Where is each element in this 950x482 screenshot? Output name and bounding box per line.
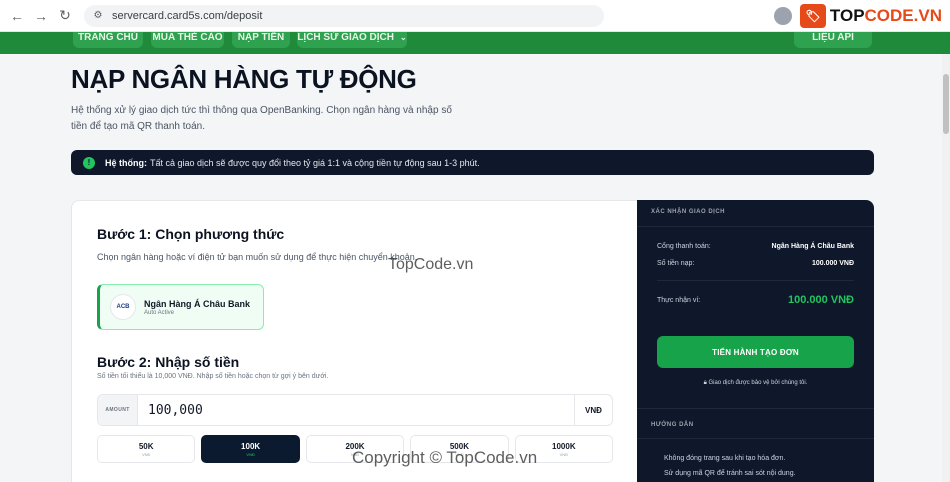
preset-amount: 1000K bbox=[552, 441, 576, 451]
bank-status: Auto Active bbox=[144, 309, 175, 316]
step2-hint: Số tiền tối thiểu là 10,000 VNĐ. Nhập số… bbox=[97, 373, 329, 380]
scroll-thumb[interactable] bbox=[943, 74, 949, 134]
gateway-label: Cổng thanh toán: bbox=[657, 243, 711, 250]
preset-50k[interactable]: 50K VNĐ bbox=[97, 435, 196, 463]
gateway-row: Cổng thanh toán: Ngân Hàng Á Châu Bank bbox=[657, 243, 854, 250]
address-bar[interactable]: ⚙ servercard.card5s.com/deposit bbox=[84, 4, 604, 27]
create-order-button[interactable]: TIẾN HÀNH TẠO ĐƠN bbox=[657, 336, 854, 368]
notice-text: Tất cả giao dịch sẽ được quy đổi theo tỷ… bbox=[150, 157, 480, 168]
brand-suffix: CODE.VN bbox=[864, 6, 942, 25]
summary-heading: XÁC NHẬN GIAO DỊCH bbox=[651, 209, 726, 215]
watermark-bottom: Copyright © TopCode.vn bbox=[352, 448, 538, 467]
gateway-value: Ngân Hàng Á Châu Bank bbox=[771, 243, 854, 250]
back-icon[interactable]: ← bbox=[6, 5, 28, 27]
acb-logo: ACB bbox=[110, 294, 136, 320]
step2-title: Bước 2: Nhập số tiền bbox=[97, 354, 240, 370]
nav-item-buy-card[interactable]: MUA THẺ CÀO bbox=[151, 32, 224, 48]
amount-input[interactable]: 100,000 bbox=[138, 403, 574, 418]
guide-divider bbox=[637, 408, 874, 409]
bank-name: Ngân Hàng Á Châu Bank bbox=[144, 298, 251, 309]
brand-prefix: TOP bbox=[829, 6, 865, 25]
amount-row: Số tiền nạp: 100.000 VNĐ bbox=[657, 260, 854, 267]
guide-heading: HƯỚNG DẪN bbox=[651, 422, 694, 428]
profile-avatar[interactable] bbox=[773, 7, 792, 25]
amount-summary-value: 100.000 VNĐ bbox=[811, 260, 854, 267]
preset-unit: VNĐ bbox=[559, 451, 569, 457]
watermark-middle: TopCode.vn bbox=[388, 256, 474, 273]
brand-mark-icon: 🏷 bbox=[799, 4, 826, 28]
forward-icon[interactable]: → bbox=[30, 5, 52, 27]
reload-icon[interactable]: ↻ bbox=[54, 5, 76, 27]
receive-value: 100.000 VNĐ bbox=[787, 294, 854, 306]
preset-amount: 50K bbox=[138, 441, 154, 451]
guide-divider bbox=[637, 438, 874, 439]
nav-item-history[interactable]: LỊCH SỬ GIAO DỊCH ⌄ bbox=[297, 32, 407, 48]
browser-nav-buttons: ← → ↻ bbox=[6, 5, 76, 27]
nav-item-api[interactable]: LIỆU API bbox=[794, 32, 872, 48]
nav-item-history-label: LỊCH SỬ GIAO DỊCH bbox=[297, 32, 394, 43]
notice-label: Hệ thống: bbox=[105, 157, 147, 168]
lock-icon: 🔒︎ bbox=[703, 380, 707, 386]
secure-note: 🔒︎ Giao dịch được bảo vệ bởi chúng tôi. bbox=[657, 380, 854, 387]
page-scrollbar[interactable] bbox=[942, 54, 950, 482]
preset-unit: VNĐ bbox=[246, 451, 255, 457]
preset-amount: 100K bbox=[241, 441, 261, 451]
page-description: Hệ thống xử lý giao dịch tức thì thông q… bbox=[71, 105, 452, 132]
page-title: NẠP NGÂN HÀNG TỰ ĐỘNG bbox=[71, 64, 417, 94]
site-info-icon[interactable]: ⚙ bbox=[92, 10, 104, 22]
summary-divider bbox=[637, 226, 874, 227]
deposit-form-card: Bước 1: Chọn phương thức Chọn ngân hàng … bbox=[71, 200, 639, 482]
guide-line: Sử dụng mã QR để tránh sai sót nội dung. bbox=[664, 470, 796, 477]
step1-title: Bước 1: Chọn phương thức bbox=[97, 226, 285, 242]
topcode-logo: 🏷 TOPCODE.VN bbox=[799, 4, 942, 28]
receive-label: Thực nhận ví: bbox=[657, 296, 701, 304]
browser-toolbar: ← → ↻ ⚙ servercard.card5s.com/deposit 🏷 … bbox=[0, 0, 950, 32]
bank-option-acb[interactable]: ACB Ngân Hàng Á Châu Bank Auto Active bbox=[97, 284, 264, 330]
amount-unit: VNĐ bbox=[574, 395, 612, 425]
summary-divider bbox=[657, 280, 854, 281]
amount-label: AMOUNT bbox=[98, 395, 138, 425]
amount-summary-label: Số tiền nạp: bbox=[657, 260, 695, 267]
amount-input-group: AMOUNT 100,000 VNĐ bbox=[97, 394, 613, 426]
step1-description: Chọn ngân hàng hoặc ví điện tử bạn muốn … bbox=[97, 252, 418, 262]
receive-row: Thực nhận ví: 100.000 VNĐ bbox=[657, 294, 854, 306]
system-notice: ! Hệ thống: Tất cả giao dịch sẽ được quy… bbox=[71, 150, 874, 175]
info-icon: ! bbox=[83, 156, 95, 169]
transaction-summary-panel: XÁC NHẬN GIAO DỊCH Cổng thanh toán: Ngân… bbox=[637, 200, 874, 482]
nav-item-deposit[interactable]: NẠP TIỀN bbox=[232, 32, 290, 48]
preset-100k[interactable]: 100K VNĐ bbox=[201, 435, 300, 463]
url-text: servercard.card5s.com/deposit bbox=[112, 9, 263, 22]
guide-line: Không đóng trang sau khi tạo hóa đơn. bbox=[664, 455, 786, 462]
site-nav: TRANG CHỦ MUA THẺ CÀO NẠP TIỀN LỊCH SỬ G… bbox=[0, 32, 950, 54]
chevron-down-icon: ⌄ bbox=[399, 32, 407, 42]
preset-unit: VNĐ bbox=[141, 451, 151, 457]
secure-note-text: Giao dịch được bảo vệ bởi chúng tôi. bbox=[708, 380, 808, 386]
nav-item-home[interactable]: TRANG CHỦ bbox=[73, 32, 143, 48]
